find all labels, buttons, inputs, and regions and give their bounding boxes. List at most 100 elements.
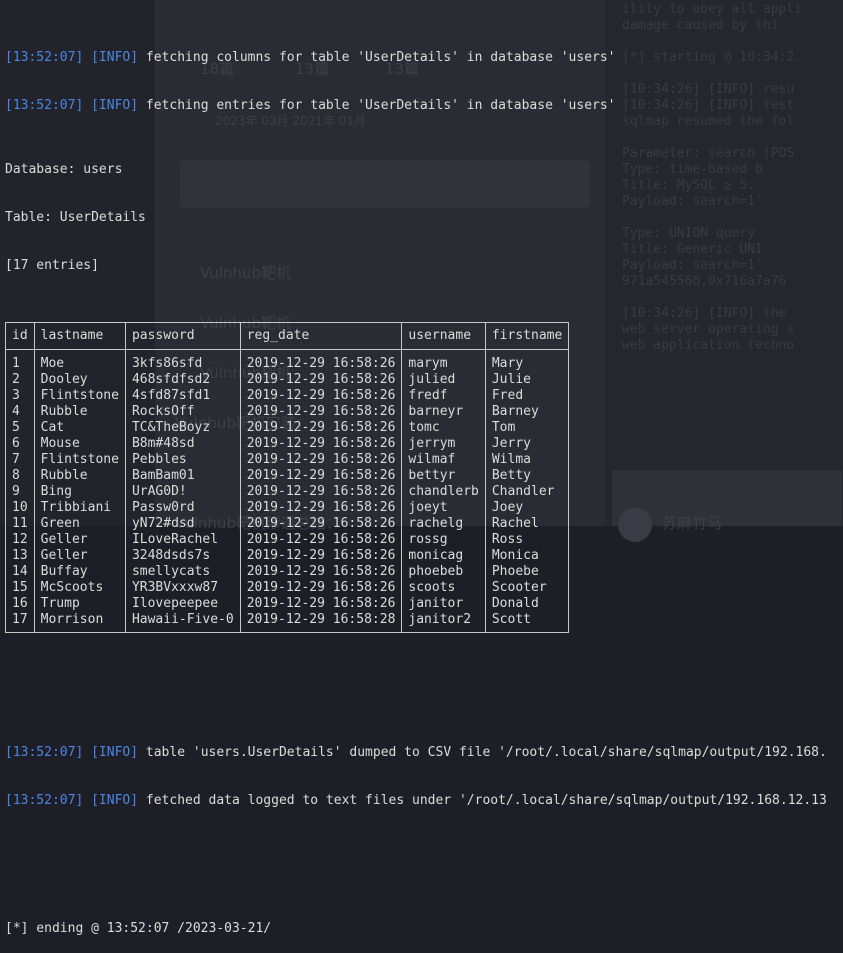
cell-password: Ilovepeepee [124,596,241,612]
cell-firstname: Chandler [484,484,570,500]
table-row: 3 Flintstone 4sfd87sfd1 2019-12-29 16:58:26… [5,388,570,404]
cell-id: 10 [5,500,35,516]
column-header-lastname: lastname [33,322,126,350]
log-timestamp: [13:52:07] [5,793,84,808]
cell-password: 4sfd87sfd1 [124,388,241,404]
table-row: 4 Rubble RocksOff 2019-12-29 16:58:26 barney… [5,404,570,420]
cell-id: 3 [5,388,35,404]
log-level: [INFO] [91,98,139,113]
cell-id: 7 [5,452,35,468]
log-line: [13:52:07] [INFO] fetching columns for t… [5,50,843,66]
cell-id: 1 [5,349,35,372]
cell-id: 8 [5,468,35,484]
log-timestamp: [13:52:07] [5,745,84,760]
log-message: fetched data logged to text files under … [138,793,827,808]
cell-firstname: Scooter [484,580,570,596]
cell-reg-date: 2019-12-29 16:58:26 [239,388,402,404]
cell-username: tomc [401,420,486,436]
cell-id: 14 [5,564,35,580]
table-row: 2 Dooley 468sfdfsd2 2019-12-29 16:58:26 juli… [5,372,570,388]
log-level: [INFO] [91,793,139,808]
dump-table-body: 1 Moe 3kfs86sfd 2019-12-29 16:58:26 marym Mar… [5,349,570,633]
cell-reg-date: 2019-12-29 16:58:26 [239,580,402,596]
cell-id: 4 [5,404,35,420]
column-header-reg-date: reg_date [239,322,402,350]
cell-id: 17 [5,612,35,633]
log-line: [13:52:07] [INFO] table 'users.UserDetai… [5,745,843,761]
cell-firstname: Jerry [484,436,570,452]
cell-password: Pebbles [124,452,241,468]
cell-reg-date: 2019-12-29 16:58:26 [239,532,402,548]
column-header-id: id [5,322,35,350]
cell-username: wilmaf [401,452,486,468]
cell-username: fredf [401,388,486,404]
cell-id: 13 [5,548,35,564]
cell-username: scoots [401,580,486,596]
cell-password: 3248dsds7s [124,548,241,564]
table-row: 10 Tribbiani Passw0rd 2019-12-29 16:58:26 jo… [5,500,570,516]
cell-reg-date: 2019-12-29 16:58:26 [239,564,402,580]
table-row: 13 Geller 3248dsds7s 2019-12-29 16:58:26 mon… [5,548,570,564]
column-header-firstname: firstname [484,322,570,350]
cell-firstname: Betty [484,468,570,484]
cell-password: ILoveRachel [124,532,241,548]
table-row: 12 Geller ILoveRachel 2019-12-29 16:58:26 ro… [5,532,570,548]
table-row: 9 Bing UrAG0D! 2019-12-29 16:58:26 chandlerb… [5,484,570,500]
cell-username: jerrym [401,436,486,452]
ending-line: [*] ending @ 13:52:07 /2023-03-21/ [5,921,272,936]
cell-id: 5 [5,420,35,436]
cell-firstname: Julie [484,372,570,388]
cell-id: 11 [5,516,35,532]
cell-firstname: Wilma [484,452,570,468]
cell-password: Passw0rd [124,500,241,516]
cell-lastname: Mouse [33,436,126,452]
table-row: 14 Buffay smellycats 2019-12-29 16:58:26 pho… [5,564,570,580]
cell-firstname: Scott [484,612,570,633]
cell-reg-date: 2019-12-29 16:58:26 [239,404,402,420]
cell-password: RocksOff [124,404,241,420]
cell-reg-date: 2019-12-29 16:58:26 [239,516,402,532]
cell-lastname: Rubble [33,404,126,420]
cell-lastname: Green [33,516,126,532]
cell-firstname: Fred [484,388,570,404]
table-row: 7 Flintstone Pebbles 2019-12-29 16:58:26 wil… [5,452,570,468]
cell-firstname: Phoebe [484,564,570,580]
table-line: Table: UserDetails [5,210,146,225]
cell-id: 6 [5,436,35,452]
log-line: [13:52:07] [INFO] fetching entries for t… [5,98,843,114]
cell-firstname: Barney [484,404,570,420]
cell-firstname: Rachel [484,516,570,532]
table-row: 5 Cat TC&TheBoyz 2019-12-29 16:58:26 tomc Tom [5,420,570,436]
table-row: 17 Morrison Hawaii-Five-0 2019-12-29 16:58:… [5,612,570,633]
cell-username: marym [401,349,486,372]
cell-firstname: Mary [484,349,570,372]
database-line: Database: users [5,162,123,177]
cell-reg-date: 2019-12-29 16:58:26 [239,420,402,436]
cell-username: janitor [401,596,486,612]
cell-firstname: Donald [484,596,570,612]
cell-reg-date: 2019-12-29 16:58:26 [239,596,402,612]
column-header-password: password [124,322,241,350]
dump-header-row: id lastname password reg_date username f… [5,322,570,350]
entries-count: [17 entries] [5,258,99,273]
log-message: fetching columns for table 'UserDetails'… [138,50,616,65]
cell-username: barneyr [401,404,486,420]
cell-lastname: Flintstone [33,452,126,468]
table-row: 16 Trump Ilovepeepee 2019-12-29 16:58:26 jan… [5,596,570,612]
cell-reg-date: 2019-12-29 16:58:26 [239,452,402,468]
cell-username: bettyr [401,468,486,484]
cell-lastname: Geller [33,532,126,548]
cell-username: janitor2 [401,612,486,633]
cell-lastname: Rubble [33,468,126,484]
cell-password: Hawaii-Five-0 [124,612,241,633]
cell-firstname: Tom [484,420,570,436]
log-message: table 'users.UserDetails' dumped to CSV … [138,745,827,760]
cell-username: rachelg [401,516,486,532]
cell-lastname: Moe [33,349,126,372]
log-message: fetching entries for table 'UserDetails'… [138,98,616,113]
cell-lastname: Bing [33,484,126,500]
cell-reg-date: 2019-12-29 16:58:26 [239,349,402,372]
cell-username: rossg [401,532,486,548]
cell-lastname: Geller [33,548,126,564]
column-header-username: username [401,322,486,350]
